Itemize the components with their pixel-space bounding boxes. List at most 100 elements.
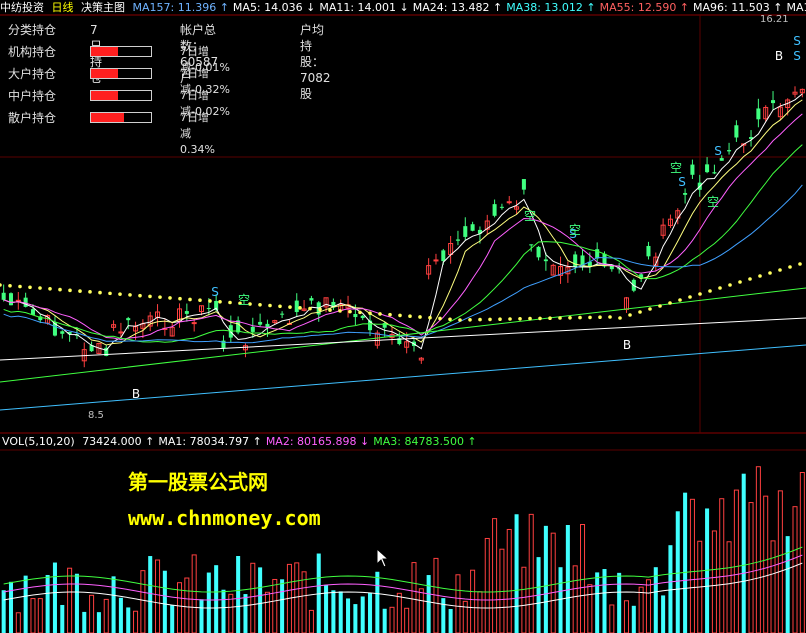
candle-body (382, 323, 387, 328)
candle-body (30, 309, 35, 315)
ma-readout: MA191: 11 (786, 1, 806, 14)
volume-header: VOL(5,10,20) 73424.000 ↑ MA1: 78034.797 ↑… (2, 435, 485, 448)
vol-label: VOL(5,10,20) (2, 435, 75, 448)
support-dot (258, 302, 262, 307)
support-dot (368, 311, 372, 315)
volume-ma-line (3, 562, 803, 609)
volume-bar (617, 572, 622, 633)
support-dot (58, 287, 62, 292)
support-dot (618, 316, 622, 320)
mouse-pointer-icon (376, 548, 390, 568)
volume-bar (170, 605, 175, 633)
ma-readout: MA96: 11.503 ↑ (693, 1, 783, 14)
candle-body (771, 100, 776, 104)
support-dot (768, 271, 772, 275)
support-dot (28, 285, 32, 290)
support-dot (178, 296, 182, 301)
support-dot (538, 316, 542, 321)
support-dot (758, 274, 762, 278)
holding-bar (90, 68, 152, 79)
volume-bar (711, 530, 717, 633)
watermark-url: www.chnmoney.com (128, 506, 321, 530)
support-dot (338, 309, 342, 313)
support-dot (18, 284, 22, 289)
candle-body (280, 313, 285, 315)
support-dot (788, 265, 792, 269)
volume-bar (661, 595, 666, 633)
candle-body (683, 193, 688, 195)
support-dot (678, 298, 682, 302)
support-dot (478, 317, 482, 322)
signal-label: S (793, 49, 801, 63)
volume-bar (382, 608, 387, 633)
volume-bar (689, 498, 695, 633)
volume-bar (792, 506, 798, 633)
volume-bar (221, 589, 226, 633)
support-dot (48, 287, 52, 291)
support-dot (468, 318, 472, 322)
support-dot (428, 315, 432, 320)
volume-bar (565, 525, 570, 633)
support-dot (718, 286, 722, 290)
candle-body (470, 224, 475, 231)
volume-bar (52, 562, 57, 633)
support-dot (748, 277, 752, 281)
holding-bar-fill (91, 113, 124, 122)
support-dot (98, 290, 102, 295)
signal-label: S (714, 144, 722, 158)
signal-label: 空 (670, 161, 682, 175)
ma-readout: MA38: 13.012 ↑ (506, 1, 596, 14)
support-dot (488, 317, 492, 322)
volume-bar (587, 584, 593, 633)
support-dot (0, 283, 2, 287)
candle-body (15, 299, 21, 302)
candle-body (573, 254, 578, 267)
volume-bar (492, 518, 498, 633)
volume-bar (602, 569, 607, 633)
volume-bar (375, 571, 380, 633)
volume-bar (741, 473, 746, 633)
volume-bar (441, 598, 446, 633)
support-dot (738, 280, 742, 284)
volume-bar (455, 574, 461, 633)
volume-bar (191, 554, 197, 633)
support-dot (778, 268, 782, 272)
volume-bar (30, 598, 36, 633)
signal-label: 空 (569, 223, 581, 237)
support-dot (38, 286, 42, 290)
volume-bar (280, 579, 285, 633)
candle-body (433, 259, 439, 262)
ma-readout: MA24: 13.482 ↑ (412, 1, 503, 14)
volume-bar (148, 556, 153, 633)
volume-bar (111, 576, 116, 633)
support-dot (648, 307, 652, 311)
volume-bar (96, 612, 101, 633)
support-dot (228, 300, 232, 305)
candle-body (206, 308, 211, 310)
volume-bar (67, 567, 73, 633)
volume-bar (770, 540, 776, 633)
volume-bar (448, 609, 453, 633)
candle-body (353, 313, 358, 318)
volume-bar (250, 562, 256, 633)
vol-readout: MA2: 80165.898 ↓ (265, 435, 370, 448)
period-label[interactable]: 日线 (52, 1, 74, 14)
candle-body (499, 206, 504, 208)
volume-bar (462, 600, 468, 633)
support-dot (608, 315, 612, 319)
volume-bar (675, 511, 680, 633)
support-dot (568, 316, 572, 320)
holding-bar (90, 112, 152, 123)
volume-bar (719, 498, 725, 633)
template-name[interactable]: 决策主图 (81, 1, 125, 14)
candle-body (8, 293, 14, 306)
company-name: 中纺投资 (0, 1, 44, 14)
support-dot (528, 316, 532, 321)
support-dot (288, 305, 292, 309)
volume-bar (411, 562, 417, 633)
holding-bar (90, 90, 152, 101)
candle-body (529, 244, 534, 246)
support-dot (158, 295, 162, 299)
ma-readout: MA55: 12.590 ↑ (599, 1, 690, 14)
vol-readout: MA1: 78034.797 ↑ (158, 435, 262, 448)
